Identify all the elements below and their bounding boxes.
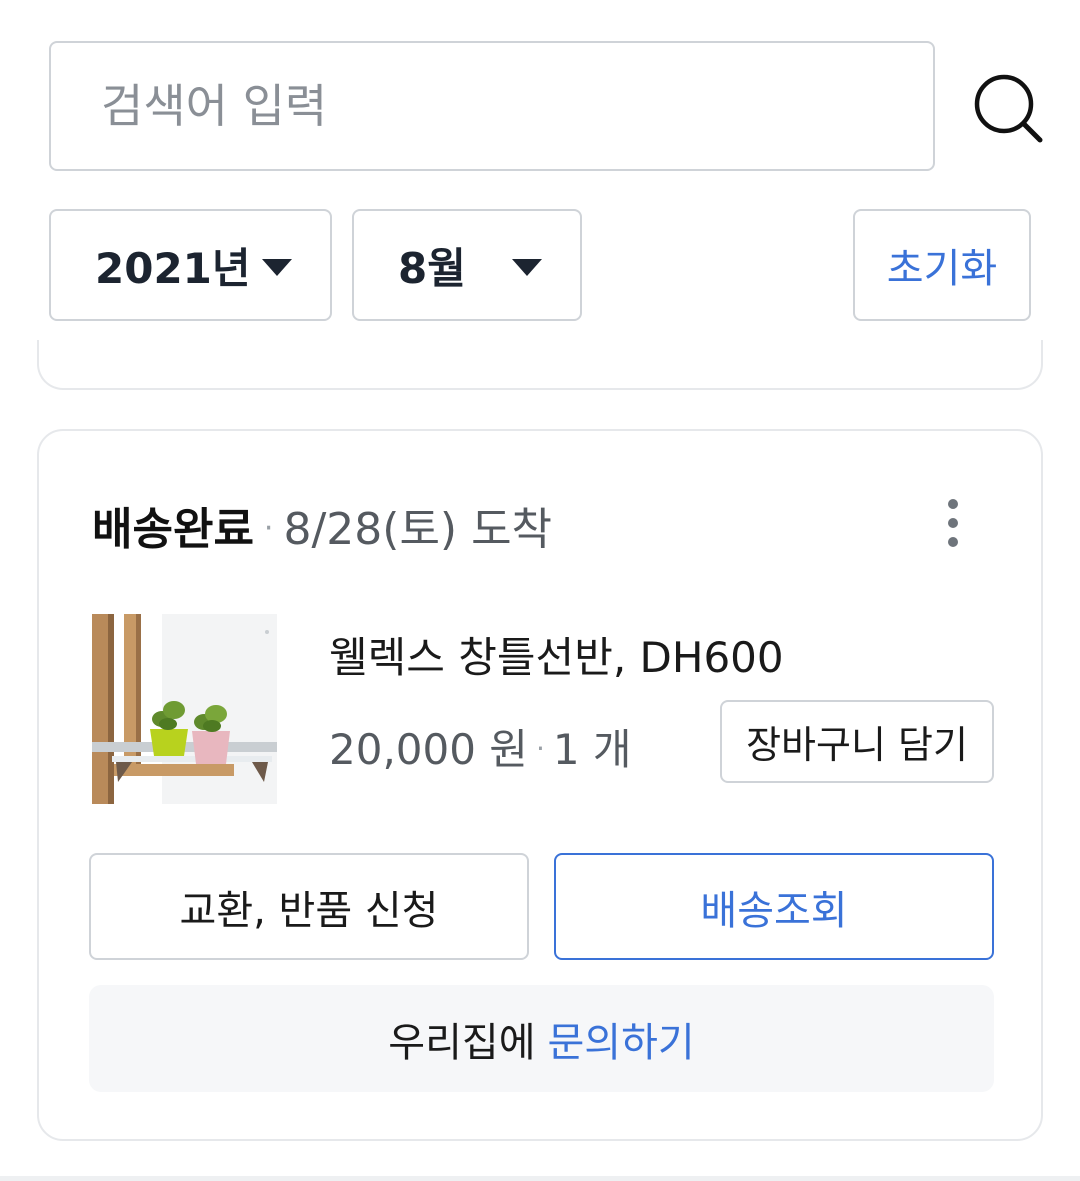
dot [948,537,958,547]
more-options-button[interactable] [927,495,979,551]
order-history-page: 2021년 8월 초기화 배송완료 · 8/28(토) 도착 [0,0,1080,1181]
delivery-status: 배송완료 [92,504,254,555]
month-select-value: 8월 [398,243,466,293]
inquiry-link: 문의하기 [547,1019,695,1066]
search-button[interactable] [968,70,1048,146]
seller-inquiry-button[interactable]: 우리집에 문의하기 [89,985,994,1092]
dot [948,518,958,528]
order-card: 배송완료 · 8/28(토) 도착 웰렉스 창틀선반, DH600 20,000… [37,429,1043,1141]
add-to-cart-button[interactable]: 장바구니 담기 [720,700,994,783]
caret-down-icon [262,259,292,276]
month-select[interactable]: 8월 [352,209,582,321]
inquiry-prefix: 우리집에 [388,1019,536,1066]
search-icon [974,74,1043,143]
section-divider [0,1176,1080,1181]
exchange-return-button[interactable]: 교환, 반품 신청 [89,853,529,960]
search-input[interactable] [49,41,935,171]
reset-button[interactable]: 초기화 [853,209,1031,321]
product-price-quantity: 20,000 원 · 1 개 [329,716,632,777]
year-select-value: 2021년 [95,243,251,293]
caret-down-icon [512,259,542,276]
window-shelf-illustration [92,614,277,804]
product-image[interactable] [92,614,277,804]
product-price: 20,000 원 [329,725,528,774]
previous-order-card [37,340,1043,390]
separator-dot: · [263,511,274,546]
product-name[interactable]: 웰렉스 창틀선반, DH600 [329,624,784,685]
separator-dot: · [535,732,545,765]
track-delivery-button[interactable]: 배송조회 [554,853,994,960]
product-quantity: 1 개 [552,725,632,774]
arrival-date: 8/28(토) 도착 [283,504,553,555]
order-status-line: 배송완료 · 8/28(토) 도착 [92,493,552,557]
year-select[interactable]: 2021년 [49,209,332,321]
dot [948,499,958,509]
